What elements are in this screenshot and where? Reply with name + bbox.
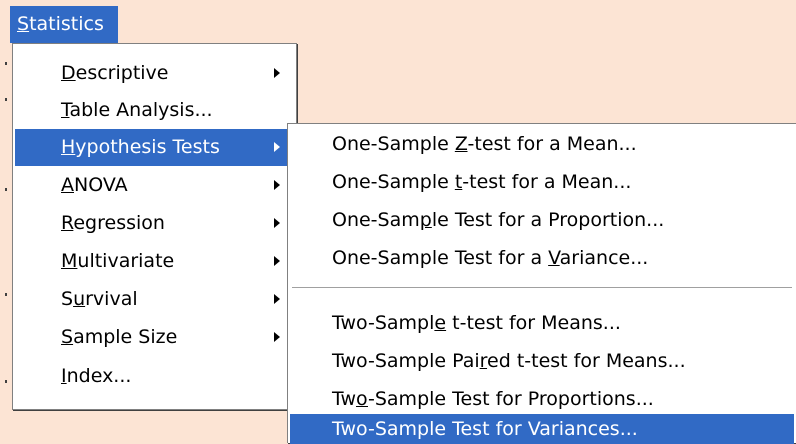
menu-item-index[interactable]: Index... — [15, 358, 294, 395]
background-fragment — [5, 98, 7, 101]
menu-separator — [292, 287, 792, 289]
menu-item-anova[interactable]: ANOVA — [15, 167, 294, 204]
submenu-arrow-icon — [274, 332, 280, 342]
submenu-arrow-icon — [274, 256, 280, 266]
submenu-arrow-icon — [274, 142, 280, 152]
background-fragment — [5, 293, 7, 296]
submenu-arrow-icon — [274, 180, 280, 190]
menu-item-multivariate[interactable]: Multivariate — [15, 243, 294, 280]
menu-item-table-analysis[interactable]: Table Analysis... — [15, 92, 294, 129]
submenu-item-one-sample-variance[interactable]: One-Sample Test for a Variance... — [290, 240, 794, 277]
submenu-arrow-icon — [274, 294, 280, 304]
menu-item-regression[interactable]: Regression — [15, 205, 294, 242]
accelerator-key: S — [17, 13, 30, 35]
submenu-item-one-sample-t-test[interactable]: One-Sample t-test for a Mean... — [290, 164, 794, 201]
submenu-arrow-icon — [274, 68, 280, 78]
statistics-menu: Descriptive Table Analysis... Hypothesis… — [12, 43, 297, 410]
submenu-item-two-sample-variances[interactable]: Two-Sample Test for Variances... — [290, 414, 794, 444]
menubar-statistics[interactable]: Statistics — [10, 6, 118, 43]
submenu-item-two-sample-t-test[interactable]: Two-Sample t-test for Means... — [290, 305, 794, 342]
submenu-arrow-icon — [274, 218, 280, 228]
menu-item-sample-size[interactable]: Sample Size — [15, 319, 294, 356]
submenu-item-one-sample-proportion[interactable]: One-Sample Test for a Proportion... — [290, 202, 794, 239]
background-fragment — [5, 188, 7, 191]
menu-item-hypothesis-tests[interactable]: Hypothesis Tests — [15, 129, 294, 166]
menu-item-survival[interactable]: Survival — [15, 281, 294, 318]
submenu-item-two-sample-paired-t-test[interactable]: Two-Sample Paired t-test for Means... — [290, 343, 794, 380]
submenu-item-two-sample-proportions[interactable]: Two-Sample Test for Proportions... — [290, 381, 794, 418]
hypothesis-tests-submenu: One-Sample Z-test for a Mean... One-Samp… — [287, 123, 796, 444]
background-fragment — [5, 380, 7, 383]
menu-item-descriptive[interactable]: Descriptive — [15, 55, 294, 92]
submenu-item-one-sample-z-test[interactable]: One-Sample Z-test for a Mean... — [290, 126, 794, 163]
background-fragment — [5, 62, 7, 65]
